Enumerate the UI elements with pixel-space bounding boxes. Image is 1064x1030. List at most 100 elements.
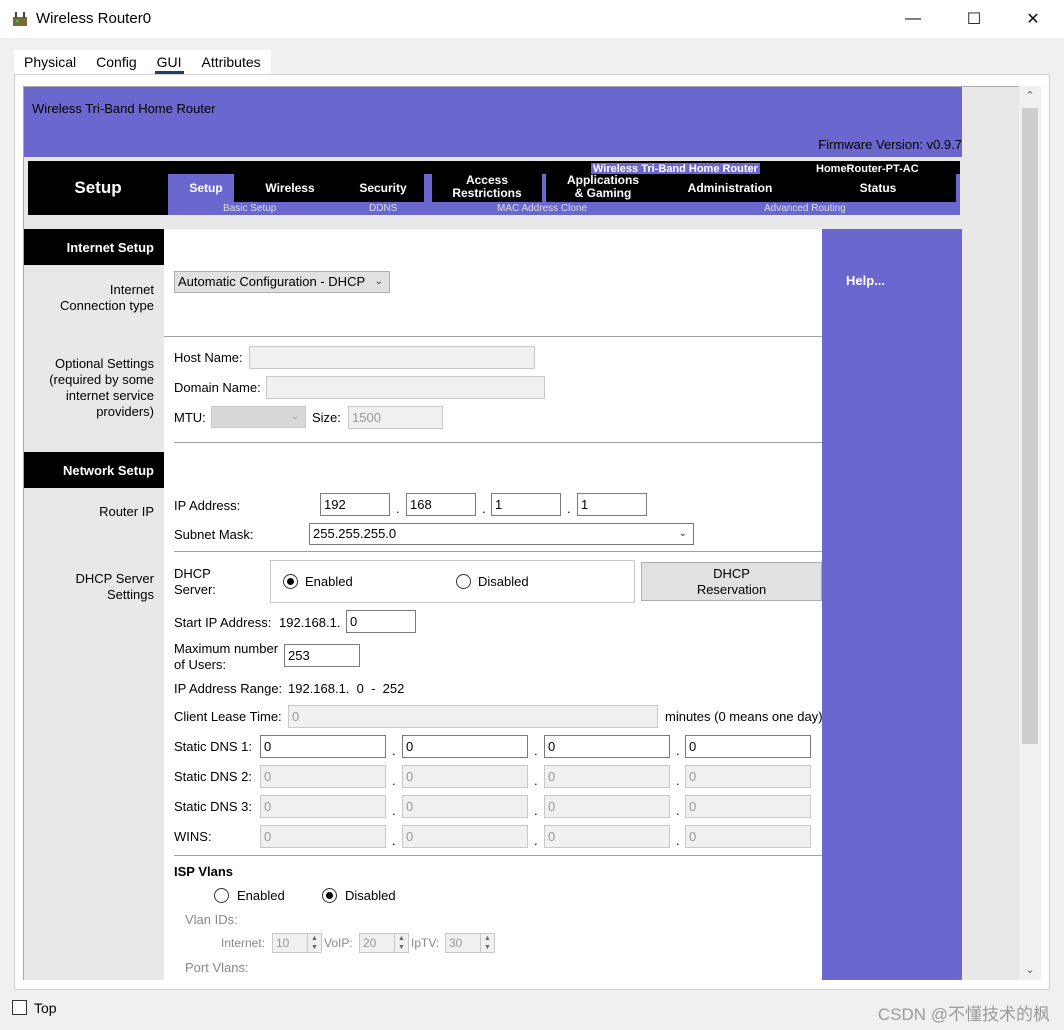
nav-security[interactable]: Security	[342, 174, 424, 202]
mtu-label: MTU:	[174, 410, 206, 425]
dot-separator: .	[534, 773, 538, 788]
wins-octet-4[interactable]: 0	[685, 825, 811, 848]
vlan-disabled-label: Disabled	[345, 888, 396, 903]
voip-vlan-value: 20	[363, 936, 377, 950]
iptv-vlan-spinner[interactable]: 30 ▲ ▼	[445, 933, 495, 953]
dot-separator: .	[534, 803, 538, 818]
close-button[interactable]: ✕	[1010, 0, 1056, 38]
ip-octet-2-input[interactable]: 168	[406, 493, 476, 516]
subnav-basic-setup[interactable]: Basic Setup	[223, 202, 276, 215]
nav-wireless[interactable]: Wireless	[234, 174, 346, 202]
ip-octet-4-input[interactable]: 1	[577, 493, 647, 516]
subnav-ddns[interactable]: DDNS	[369, 202, 397, 215]
connection-type-select[interactable]: Automatic Configuration - DHCP ⌄	[174, 271, 390, 293]
dot-separator: .	[396, 501, 400, 516]
dhcp-enabled-label: Enabled	[305, 574, 353, 589]
lease-time-input[interactable]: 0	[288, 705, 658, 728]
internet-vlan-spinner[interactable]: 10 ▲ ▼	[272, 933, 322, 953]
ip-octet-3-input[interactable]: 1	[491, 493, 561, 516]
tab-physical[interactable]: Physical	[14, 50, 86, 74]
vertical-scrollbar[interactable]: ⌃ ⌄	[1019, 86, 1041, 980]
tab-attributes[interactable]: Attributes	[192, 50, 271, 74]
dns2-octet-2[interactable]: 0	[402, 765, 528, 788]
dhcp-server-label: DHCP Server:	[174, 566, 216, 598]
dot-separator: .	[392, 773, 396, 788]
dhcp-label-2: Settings	[107, 587, 154, 602]
router-brand: Wireless Tri-Band Home Router	[32, 101, 216, 116]
scroll-up-icon[interactable]: ⌃	[1019, 86, 1041, 106]
dns3-octet-2[interactable]: 0	[402, 795, 528, 818]
lease-time-note: minutes (0 means one day)	[665, 709, 823, 724]
divider	[174, 551, 822, 552]
nav-applications-gaming[interactable]: Applications & Gaming	[546, 174, 660, 202]
subnet-mask-value: 255.255.255.0	[313, 526, 397, 541]
reservation-line-2: Reservation	[696, 582, 767, 597]
vlan-ids-label: Vlan IDs:	[185, 912, 238, 927]
wins-octet-1[interactable]: 0	[260, 825, 386, 848]
subnav-advanced-routing[interactable]: Advanced Routing	[764, 202, 846, 215]
max-users-input[interactable]: 253	[284, 644, 360, 667]
host-name-input[interactable]	[249, 346, 535, 369]
reservation-line-1: DHCP	[713, 566, 750, 581]
dns2-octet-1[interactable]: 0	[260, 765, 386, 788]
spinner-arrows-icon: ▲ ▼	[307, 934, 321, 952]
nav-access-restrictions[interactable]: Access Restrictions	[432, 174, 542, 202]
dot-separator: .	[676, 773, 680, 788]
nav-administration[interactable]: Administration	[660, 174, 800, 202]
port-vlans-label: Port Vlans:	[185, 960, 249, 975]
dot-separator: .	[676, 833, 680, 848]
dhcp-enabled-radio[interactable]	[283, 574, 298, 589]
optional-line-1: Optional Settings	[54, 356, 154, 371]
max-users-line-1: Maximum number	[174, 641, 279, 656]
maximize-button[interactable]: ☐	[951, 0, 997, 38]
subnet-mask-select[interactable]: 255.255.255.0 ⌄	[309, 523, 694, 545]
top-checkbox[interactable]	[12, 1000, 27, 1015]
domain-name-input[interactable]	[266, 376, 545, 399]
vlan-disabled-radio[interactable]	[322, 888, 337, 903]
wins-octet-3[interactable]: 0	[544, 825, 670, 848]
max-users-line-2: of Users:	[174, 657, 227, 672]
device-tabs: Physical Config GUI Attributes	[14, 50, 271, 74]
tab-gui[interactable]: GUI	[147, 50, 192, 74]
scrollbar-thumb[interactable]	[1022, 108, 1038, 744]
scroll-down-icon[interactable]: ⌄	[1019, 960, 1041, 980]
ip-octet-1-input[interactable]: 192	[320, 493, 390, 516]
dns1-octet-4[interactable]: 0	[685, 735, 811, 758]
dns1-octet-3[interactable]: 0	[544, 735, 670, 758]
nav-status[interactable]: Status	[800, 174, 956, 202]
dns2-label: Static DNS 2:	[174, 769, 253, 784]
dhcp-label-1: DHCP Server	[75, 571, 154, 586]
wins-octet-2[interactable]: 0	[402, 825, 528, 848]
dhcp-reservation-button[interactable]: DHCP Reservation	[641, 562, 822, 601]
subnav-mac-clone[interactable]: MAC Address Clone	[497, 202, 587, 215]
dns3-octet-1[interactable]: 0	[260, 795, 386, 818]
start-ip-input[interactable]: 0	[346, 610, 416, 633]
watermark: CSDN @不懂技术的枫	[877, 1005, 1050, 1024]
dhcp-disabled-label: Disabled	[478, 574, 529, 589]
dns3-octet-3[interactable]: 0	[544, 795, 670, 818]
dns1-octet-1[interactable]: 0	[260, 735, 386, 758]
top-label: Top	[34, 1000, 57, 1016]
dhcp-settings-label: DHCP Server Settings	[24, 571, 164, 603]
lease-time-label: Client Lease Time:	[174, 709, 282, 724]
minimize-button[interactable]: —	[890, 0, 936, 38]
dhcp-disabled-radio[interactable]	[456, 574, 471, 589]
chevron-down-icon: ⌄	[678, 528, 687, 539]
internet-setup-heading: Internet Setup	[24, 229, 164, 265]
mtu-select[interactable]: ⌄	[211, 406, 306, 428]
dns1-octet-2[interactable]: 0	[402, 735, 528, 758]
help-link[interactable]: Help...	[846, 273, 885, 288]
dns3-octet-4[interactable]: 0	[685, 795, 811, 818]
voip-vlan-spinner[interactable]: 20 ▲ ▼	[359, 933, 409, 953]
spinner-arrows-icon: ▲ ▼	[480, 934, 494, 952]
section-title: Setup	[74, 178, 122, 197]
optional-settings-label: Optional Settings (required by some inte…	[24, 356, 164, 420]
voip-vlan-label: VoIP:	[324, 936, 353, 950]
dot-separator: .	[534, 833, 538, 848]
vlan-enabled-radio[interactable]	[214, 888, 229, 903]
dns2-octet-4[interactable]: 0	[685, 765, 811, 788]
dns2-octet-3[interactable]: 0	[544, 765, 670, 788]
nav-setup[interactable]: Setup	[178, 175, 234, 202]
tab-config[interactable]: Config	[86, 50, 146, 74]
size-input[interactable]: 1500	[348, 406, 443, 429]
